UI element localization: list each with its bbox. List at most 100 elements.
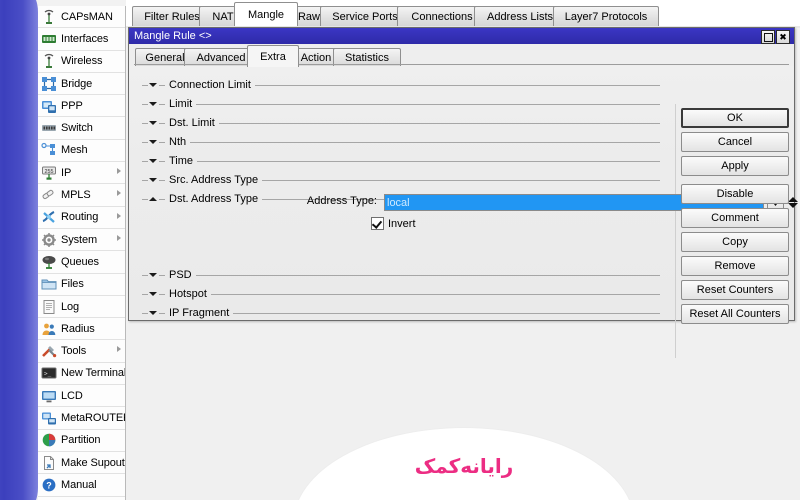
section-label: Limit [169, 98, 193, 110]
sidebar-item-tools[interactable]: Tools [38, 340, 125, 363]
cancel-button[interactable]: Cancel [681, 132, 789, 152]
sidebar-item-label: Mesh [61, 144, 88, 157]
sidebar-item-label: Log [61, 300, 80, 313]
top-tab-mangle[interactable]: Mangle [234, 2, 298, 26]
chevron-down-icon[interactable] [149, 157, 158, 166]
top-tab-label: Filter Rules [144, 10, 200, 23]
sidebar-item-log[interactable]: Log [38, 295, 125, 319]
maximize-button[interactable] [761, 30, 775, 44]
terminal-icon: >_ [41, 365, 57, 381]
sidebar-item-switch[interactable]: Switch [38, 117, 125, 140]
chevron-down-icon[interactable] [149, 81, 158, 90]
section-dst-limit[interactable]: Dst. Limit [142, 116, 660, 130]
mesh-icon [41, 142, 57, 158]
reset-counters-button[interactable]: Reset Counters [681, 280, 789, 300]
dialog-tab-label: Advanced [196, 51, 246, 64]
dialog-titlebar: Mangle Rule <> ✖ [129, 28, 794, 45]
address-type-label: Address Type: [306, 195, 377, 207]
sidebar-item-label: Partition [61, 434, 101, 447]
section-rule [190, 141, 660, 143]
invert-checkbox-row[interactable]: Invert [371, 217, 416, 230]
invert-label: Invert [388, 217, 416, 230]
top-tab-label: Service Ports [332, 10, 398, 23]
monitor-icon [41, 388, 57, 404]
sidebar-item-mesh[interactable]: Mesh [38, 139, 125, 163]
help-icon: ? [41, 477, 57, 493]
sidebar-item-make-supout-rif[interactable]: Make Supout.rif [38, 451, 125, 475]
sidebar-item-interfaces[interactable]: Interfaces [38, 28, 125, 51]
top-tab-label: Raw [297, 10, 320, 23]
sidebar-item-partition[interactable]: Partition [38, 429, 125, 452]
dialog-body-separator [675, 104, 676, 358]
sidebar-item-manual[interactable]: ? Manual [38, 474, 125, 497]
section-limit[interactable]: Limit [142, 97, 660, 111]
top-tab-label: Connections [411, 10, 473, 23]
chevron-down-icon[interactable] [149, 119, 158, 128]
section-connection-limit[interactable]: Connection Limit [142, 78, 660, 92]
sidebar-item-new-terminal[interactable]: >_ New Terminal [38, 362, 125, 386]
sidebar-item-bridge[interactable]: Bridge [38, 72, 125, 96]
sidebar-item-label: Tools [61, 345, 87, 358]
sidebar-item-label: System [61, 233, 98, 246]
apply-button[interactable]: Apply [681, 156, 789, 176]
copy-button[interactable]: Copy [681, 232, 789, 252]
svg-text:>_: >_ [44, 371, 52, 378]
sidebar-item-capsman[interactable]: CAPsMAN [38, 6, 125, 29]
sidebar-item-files[interactable]: Files [38, 273, 125, 296]
page-background [126, 320, 800, 500]
chevron-down-icon[interactable] [149, 100, 158, 109]
chevron-down-icon[interactable] [149, 271, 158, 280]
sidebar-item-wireless[interactable]: Wireless [38, 50, 125, 73]
dialog-tab-extra[interactable]: Extra [247, 45, 299, 67]
disable-button[interactable]: Disable [681, 184, 789, 204]
sidebar-item-system[interactable]: System [38, 228, 125, 252]
sidebar-menu: CAPsMAN Interfaces Wireless Bridge PPP Switch… [38, 6, 126, 500]
top-tab-label: Mangle [247, 8, 285, 21]
button-label: Reset All Counters [689, 308, 781, 320]
submenu-arrow-icon [117, 168, 121, 175]
sidebar-item-label: Manual [61, 478, 97, 491]
pie-chart-icon [41, 432, 57, 448]
spinner-down-icon[interactable] [788, 202, 798, 208]
section-time[interactable]: Time [142, 154, 660, 168]
sidebar-item-metarouter[interactable]: MetaROUTER [38, 407, 125, 430]
button-label: Disable [716, 188, 754, 200]
chevron-down-icon[interactable] [149, 290, 158, 299]
invert-checkbox[interactable] [371, 217, 384, 230]
section-label: Src. Address Type [169, 174, 259, 186]
remove-button[interactable]: Remove [681, 256, 789, 276]
comment-button[interactable]: Comment [681, 208, 789, 228]
button-label: OK [727, 112, 743, 124]
section-rule [218, 122, 660, 124]
sidebar-item-queues[interactable]: Queues [38, 251, 125, 274]
spinner-up-icon[interactable] [788, 196, 798, 202]
sidebar-item-mpls[interactable]: MPLS [38, 184, 125, 207]
ip-255-icon: 255 [41, 165, 57, 181]
sidebar-item-radius[interactable]: Radius [38, 318, 125, 341]
chevron-down-icon[interactable] [149, 138, 158, 147]
section-hotspot[interactable]: Hotspot [142, 287, 660, 301]
top-tab-layer7-protocols[interactable]: Layer7 Protocols [553, 6, 659, 26]
chevron-down-icon[interactable] [149, 309, 158, 318]
ok-button[interactable]: OK [681, 108, 789, 128]
winbox-window: « CAPsMAN Interfaces Wireless Bridge PPP Swit… [0, 0, 800, 500]
close-button[interactable]: ✖ [776, 30, 790, 44]
sidebar-item-lcd[interactable]: LCD [38, 385, 125, 408]
top-tab-label: NAT [212, 10, 234, 23]
sidebar-item-label: Wireless [61, 55, 103, 68]
chevron-down-icon[interactable] [149, 176, 158, 185]
section-ip-fragment[interactable]: IP Fragment [142, 306, 660, 320]
sidebar-item-routing[interactable]: Routing [38, 206, 125, 229]
section-label: Connection Limit [169, 79, 251, 91]
svg-text:255: 255 [45, 169, 54, 175]
sidebar-item-new-winbox[interactable]: New WinBox [38, 496, 125, 500]
dialog-body: Connection Limit Limit Dst. Limit Nth Time Sr… [129, 66, 798, 358]
reset-all-counters-button[interactable]: Reset All Counters [681, 304, 789, 324]
section-psd[interactable]: PSD [142, 268, 660, 282]
section-nth[interactable]: Nth [142, 135, 660, 149]
sidebar-item-label: CAPsMAN [61, 10, 113, 23]
sidebar-item-ppp[interactable]: PPP [38, 95, 125, 118]
sidebar-item-ip[interactable]: 255 IP [38, 162, 125, 185]
section-dash [142, 103, 148, 105]
section-src-address-type[interactable]: Src. Address Type [142, 173, 660, 187]
